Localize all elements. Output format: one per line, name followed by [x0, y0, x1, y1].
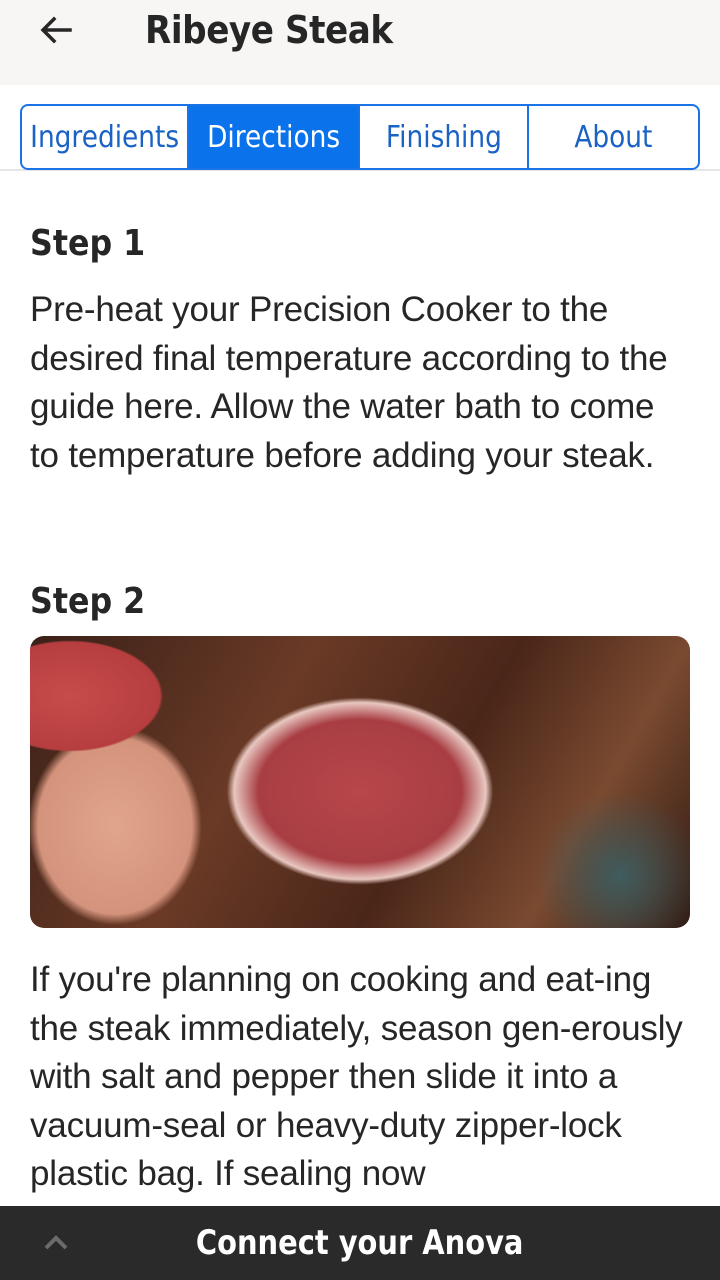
tab-label: Directions — [206, 119, 341, 155]
connect-anova-bar[interactable]: Connect your Anova — [0, 1206, 720, 1280]
tab-label: About — [574, 119, 653, 155]
arrow-left-icon — [40, 16, 72, 44]
tab-bar: Ingredients Directions Finishing About — [20, 104, 700, 170]
tab-finishing[interactable]: Finishing — [360, 106, 529, 168]
step-1-text: Pre-heat your Precision Cooker to the de… — [30, 290, 668, 475]
tab-bar-container: Ingredients Directions Finishing About — [0, 85, 720, 171]
tab-about[interactable]: About — [529, 106, 698, 168]
page-title: Ribeye Steak — [145, 8, 393, 52]
step-2-title: Step 2 — [30, 581, 146, 622]
tab-label: Ingredients — [30, 119, 179, 155]
back-button[interactable] — [34, 8, 78, 52]
connect-anova-label: Connect your Anova — [196, 1223, 524, 1263]
step-2-text: If you're planning on cooking and eat-in… — [30, 960, 683, 1193]
step-2-image — [30, 636, 690, 928]
step-1-title: Step 1 — [30, 223, 146, 264]
app-bar: Ribeye Steak — [0, 0, 720, 85]
chevron-up-icon — [44, 1235, 68, 1250]
tab-label: Finishing — [385, 119, 502, 155]
tab-directions[interactable]: Directions — [189, 106, 360, 168]
tab-ingredients[interactable]: Ingredients — [22, 106, 189, 168]
